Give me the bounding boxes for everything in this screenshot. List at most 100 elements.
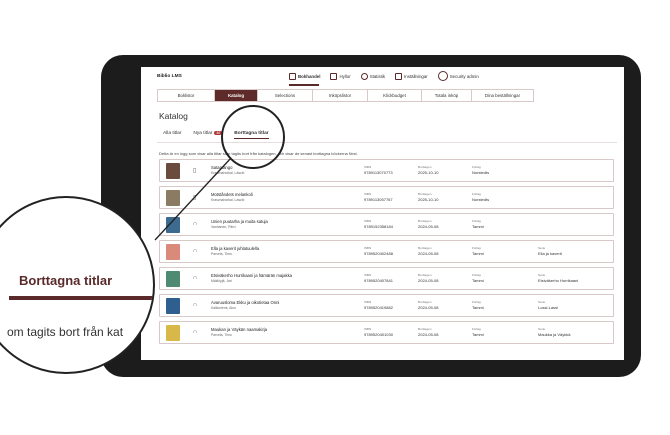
book-title[interactable]: Etsiväkerho Hurrikaani ja hämärän majakk… xyxy=(211,273,292,278)
publisher-value: Tammi xyxy=(472,278,484,283)
isbn-cell: ISBN 9789113070773 xyxy=(364,165,393,175)
publisher-cell: Förlag Tammi xyxy=(472,327,484,337)
table-row[interactable]: ▯ Satantango Krasznahorkai, László ISBN … xyxy=(159,159,614,182)
book-title[interactable]: Motståndets melankoli xyxy=(211,192,253,197)
isbn-cell: ISBN 9789520407841 xyxy=(364,273,393,283)
book-cover xyxy=(166,190,180,206)
subtab-nya-titlar[interactable]: Nya titlar 40 xyxy=(193,131,223,136)
removed-titles-list: ▯ Satantango Krasznahorkai, László ISBN … xyxy=(159,159,614,348)
book-cover xyxy=(166,271,180,287)
series-value: Etsiväkerho Hurrikaani xyxy=(538,278,579,283)
store-icon xyxy=(289,72,296,80)
book-cover xyxy=(166,217,180,233)
isbn-value: 9789520402488 xyxy=(364,251,393,256)
removed-label: Borttagen xyxy=(418,327,432,331)
series-value: Maukka ja Väykkä xyxy=(538,332,571,337)
publisher-cell: Förlag Norstedts xyxy=(472,165,489,175)
isbn-value: 9789520419882 xyxy=(364,305,393,310)
table-row[interactable]: ∩ Maukan ja Väykän naamakirja Parvela, T… xyxy=(159,321,614,344)
main-tabs: Boklistor Katalog Selections Inköpslisto… xyxy=(157,89,534,102)
headphones-icon: ∩ xyxy=(193,302,198,308)
table-row[interactable]: ∩ Etsiväkerho Hurrikaani ja hämärän maja… xyxy=(159,267,614,290)
publisher-label: Förlag xyxy=(472,300,481,304)
subtab-alla-titlar[interactable]: Alla titlar xyxy=(163,131,181,136)
series-cell: Serie Etsiväkerho Hurrikaani xyxy=(538,273,578,283)
book-author: Parvela, Timo xyxy=(211,333,232,337)
brand-logo: Biblio LMS xyxy=(157,74,182,79)
isbn-value: 9789152358184 xyxy=(364,224,393,229)
isbn-cell: ISBN 9789520419882 xyxy=(364,300,393,310)
subtab-label: Nya titlar xyxy=(193,131,213,136)
removed-cell: Borttagen 2024-05-08 xyxy=(418,219,438,229)
book-title[interactable]: Maukan ja Väykän naamakirja xyxy=(211,327,267,332)
publisher-value: Norstedts xyxy=(472,170,490,175)
book-title[interactable]: Satantango xyxy=(211,165,232,170)
book-author: Krasznahorkai, László xyxy=(211,198,245,202)
removed-value: 2025-10-10 xyxy=(418,170,439,175)
publisher-label: Förlag xyxy=(472,327,481,331)
table-row[interactable]: ∩ Ella ja kaverit juhlatuulella Parvela,… xyxy=(159,240,614,263)
book-icon: ▯ xyxy=(193,195,197,201)
headphones-icon: ∩ xyxy=(193,329,198,335)
topnav-label: Bokhandel xyxy=(298,73,321,79)
publisher-value: Tammi xyxy=(472,224,484,229)
isbn-value: 9789520401030 xyxy=(364,332,393,337)
series-cell: Serie Ella ja kaverit xyxy=(538,246,562,256)
series-label: Serie xyxy=(538,246,546,250)
active-indicator xyxy=(289,84,319,86)
isbn-value: 9789113070773 xyxy=(364,170,393,175)
removed-value: 2024-05-08 xyxy=(418,278,439,283)
removed-cell: Borttagen 2024-05-08 xyxy=(418,273,438,283)
chart-icon xyxy=(360,72,368,80)
book-title[interactable]: Ella ja kaverit juhlatuulella xyxy=(211,246,259,251)
removed-value: 2024-05-08 xyxy=(418,251,439,256)
removed-label: Borttagen xyxy=(418,192,432,196)
tab-totala-inkop[interactable]: Totala inköp xyxy=(421,90,471,101)
isbn-cell: ISBN 9789520402488 xyxy=(364,246,393,256)
isbn-cell: ISBN 9789113057767 xyxy=(364,192,393,202)
publisher-value: Tammi xyxy=(472,332,484,337)
topnav-security-admin[interactable]: Security admin xyxy=(437,71,479,81)
tab-klickbudget[interactable]: Klickbudget xyxy=(367,90,421,101)
table-row[interactable]: ∩ Unien puutarha ja muita satuja Vanhane… xyxy=(159,213,614,236)
table-row[interactable]: ▯ Motståndets melankoli Krasznahorkai, L… xyxy=(159,186,614,209)
removed-cell: Borttagen 2025-10-10 xyxy=(418,165,438,175)
removed-cell: Borttagen 2025-10-10 xyxy=(418,192,438,202)
publisher-label: Förlag xyxy=(472,165,481,169)
isbn-cell: ISBN 9789152358184 xyxy=(364,219,393,229)
publisher-value: Tammi xyxy=(472,251,484,256)
tab-katalog[interactable]: Katalog xyxy=(214,90,257,101)
tab-dina-bestallningar[interactable]: Dina beställningar xyxy=(471,90,534,101)
isbn-label: ISBN xyxy=(364,327,372,331)
table-row[interactable]: ∩ Avaruusloma Ekku ja oikotietaa Onni Ka… xyxy=(159,294,614,317)
isbn-label: ISBN xyxy=(364,192,372,196)
book-title[interactable]: Unien puutarha ja muita satuja xyxy=(211,219,268,224)
removed-label: Borttagen xyxy=(418,246,432,250)
publisher-cell: Förlag Tammi xyxy=(472,273,484,283)
topnav-hyllor[interactable]: Hyllor xyxy=(330,72,351,80)
isbn-label: ISBN xyxy=(364,219,372,223)
publisher-label: Förlag xyxy=(472,246,481,250)
series-cell: Serie Maukka ja Väykkä xyxy=(538,327,570,337)
tab-inkopslistor[interactable]: Inköpslistor xyxy=(312,90,367,101)
app-screen: Biblio LMS Bokhandel Hyllor Statistik In… xyxy=(141,67,624,360)
isbn-label: ISBN xyxy=(364,165,372,169)
book-author: Kallioniemi, Aino xyxy=(211,306,236,310)
book-cover xyxy=(166,325,180,341)
topnav-statistik[interactable]: Statistik xyxy=(360,72,385,80)
bookshelf-icon xyxy=(330,72,338,80)
isbn-cell: ISBN 9789520401030 xyxy=(364,327,393,337)
settings-icon xyxy=(395,72,403,80)
magnifier-title: Borttagna titlar xyxy=(19,273,113,288)
topnav-bokhandel[interactable]: Bokhandel xyxy=(289,72,321,80)
publisher-value: Norstedts xyxy=(472,197,490,202)
book-title[interactable]: Avaruusloma Ekku ja oikotietaa Onni xyxy=(211,300,279,305)
tab-selections[interactable]: Selections xyxy=(257,90,312,101)
tab-boklistor[interactable]: Boklistor xyxy=(157,90,214,101)
topnav-label: Inställningar xyxy=(404,73,428,79)
topnav-installningar[interactable]: Inställningar xyxy=(395,72,428,80)
publisher-label: Förlag xyxy=(472,219,481,223)
page-title: Katalog xyxy=(159,111,188,121)
publisher-cell: Förlag Tammi xyxy=(472,246,484,256)
isbn-label: ISBN xyxy=(364,273,372,277)
